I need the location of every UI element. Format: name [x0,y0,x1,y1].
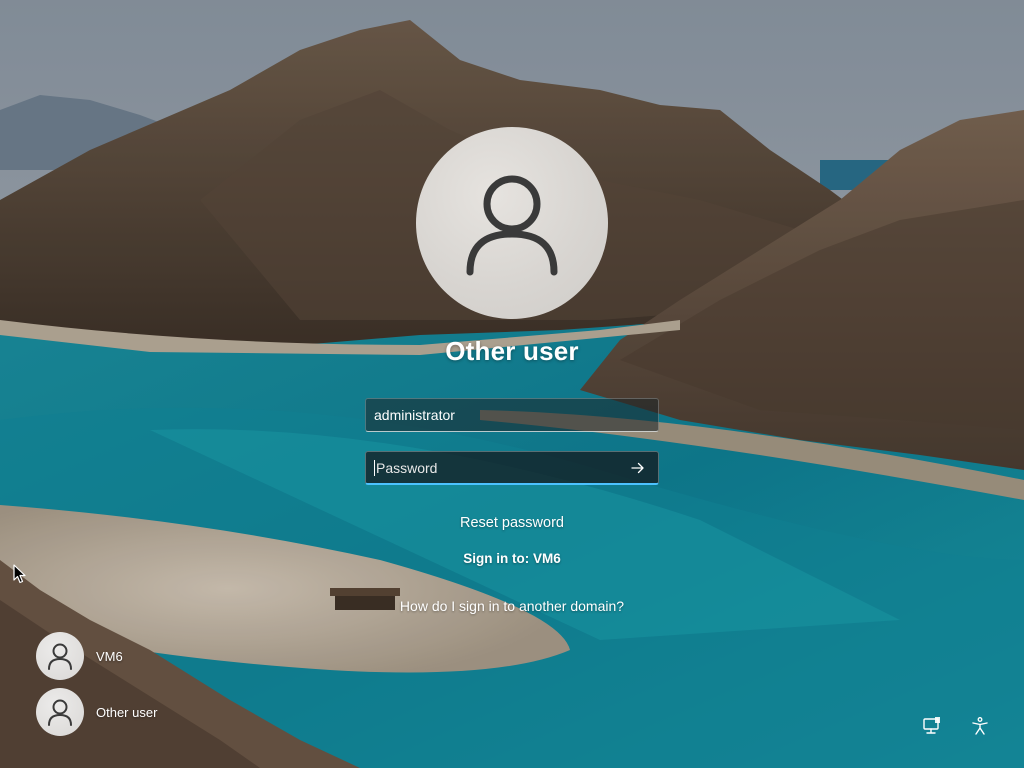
person-icon [48,643,72,670]
text-caret [374,459,375,476]
user-avatar [36,632,84,680]
user-switcher-list: VM6 Other user [36,632,157,744]
accessibility-button[interactable] [968,714,992,738]
person-icon [48,699,72,726]
password-input[interactable] [376,452,626,483]
user-entry-vm6[interactable]: VM6 [36,632,157,680]
network-icon [923,717,940,734]
sign-in-to-label: Sign in to: VM6 [463,551,561,566]
user-avatar [36,688,84,736]
password-field[interactable] [365,451,659,485]
mouse-cursor-icon [13,564,26,584]
user-entry-other-user[interactable]: Other user [36,688,157,736]
user-name: Other user [96,704,158,720]
reset-password-link[interactable]: Reset password [312,515,712,531]
username-input[interactable] [374,399,650,431]
page-title: Other user [445,336,579,366]
accessibility-icon [972,717,988,735]
user-name: VM6 [96,648,123,664]
arrow-right-icon [631,462,644,473]
username-field[interactable] [365,398,659,432]
network-button[interactable] [920,714,944,738]
other-domain-link[interactable]: How do I sign in to another domain? [312,598,712,614]
submit-arrow-button[interactable] [626,456,650,480]
user-avatar-large [416,127,608,319]
person-icon [466,175,558,276]
